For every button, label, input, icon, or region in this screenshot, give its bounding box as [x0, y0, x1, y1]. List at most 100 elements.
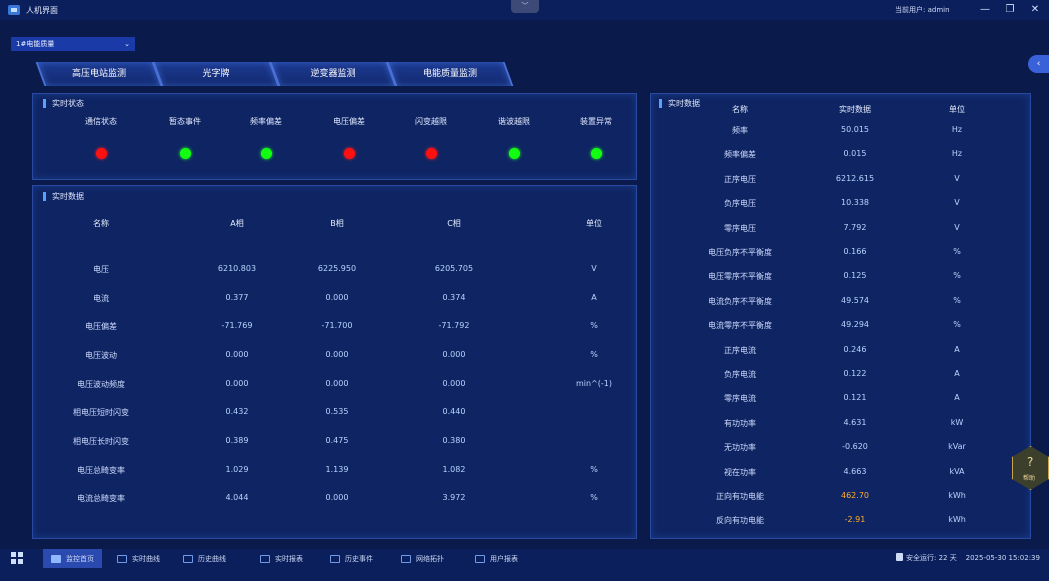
- apps-grid-icon[interactable]: [11, 552, 23, 564]
- tab-inverter[interactable]: 逆变器监测: [269, 62, 397, 86]
- summary-row-value: %: [953, 271, 961, 281]
- minimize-button[interactable]: —: [978, 3, 992, 17]
- phase-row-value: 0.377: [225, 293, 249, 302]
- status-label: 通信状态: [85, 117, 117, 126]
- phase-row-value: -71.769: [221, 321, 253, 330]
- status-indicator-green: [261, 148, 272, 159]
- home-icon: [51, 554, 61, 563]
- phase-row-value: 6205.705: [434, 264, 474, 273]
- phase-row-label: 相电压短时闪变: [73, 408, 129, 417]
- summary-row-value: %: [953, 320, 961, 330]
- bottom-nav-history-chart[interactable]: 历史曲线: [183, 549, 226, 568]
- status-indicator-green: [180, 148, 191, 159]
- summary-row-value: %: [953, 295, 961, 305]
- close-button[interactable]: ✕: [1028, 3, 1042, 17]
- side-collapse-button[interactable]: ‹: [1028, 55, 1049, 73]
- summary-row-value: kWh: [948, 515, 966, 525]
- status-label: 装置异常: [580, 117, 612, 126]
- status-indicator-red: [426, 148, 437, 159]
- phase-row-label: 电流总畸变率: [77, 494, 125, 503]
- history-chart-icon: [183, 554, 193, 563]
- report-icon: [260, 554, 270, 563]
- summary-row-value: -2.91: [844, 515, 866, 525]
- phase-row-label: 电压总畸变率: [77, 466, 125, 475]
- status-label: 闪变越限: [415, 117, 447, 126]
- phase-column-header: 单位: [586, 219, 602, 228]
- summary-row-label: 视在功率: [724, 467, 756, 477]
- phase-row-value: min^(-1): [575, 379, 612, 388]
- datetime: 2025-05-30 15:02:39: [965, 554, 1040, 562]
- line-chart-icon: [117, 554, 127, 563]
- summary-row-value: V: [954, 173, 960, 183]
- status-indicator-green: [591, 148, 602, 159]
- summary-row-value: 10.338: [841, 198, 869, 208]
- summary-row-value: -0.620: [842, 442, 868, 452]
- phase-row-value: 4.044: [225, 493, 249, 502]
- tab-label: 逆变器监测: [310, 69, 356, 79]
- summary-row-label: 频率: [732, 126, 748, 135]
- bottom-nav-label: 实时曲线: [132, 554, 160, 563]
- summary-row-value: 49.294: [841, 320, 869, 330]
- phase-row-value: V: [591, 264, 597, 273]
- summary-row-value: A: [954, 369, 960, 378]
- summary-row-value: 0.122: [843, 369, 867, 378]
- summary-row-value: 49.574: [841, 295, 869, 305]
- status-bar-text: 安全运行: 22 天 2025-05-30 15:02:39: [906, 553, 1040, 563]
- summary-row-value: A: [954, 344, 960, 354]
- phase-row-label: 电压: [93, 265, 109, 274]
- status-indicator-red: [344, 148, 355, 159]
- phase-row-value: %: [590, 493, 598, 502]
- summary-row-label: 反向有功电能: [716, 516, 764, 526]
- current-user: 当前用户: admin: [895, 6, 950, 14]
- phase-row-label: 电压波动: [85, 351, 117, 360]
- bottom-nav-line-chart[interactable]: 实时曲线: [117, 549, 160, 568]
- summary-row-label: 零序电流: [724, 394, 756, 404]
- restore-button[interactable]: ❐: [1003, 3, 1017, 17]
- summary-row-label: 电流负序不平衡度: [708, 296, 772, 306]
- bottom-nav-user-report[interactable]: 用户报表: [475, 549, 518, 568]
- app-icon: [8, 5, 20, 15]
- status-label: 暂态事件: [169, 117, 201, 126]
- tab-hv-station[interactable]: 高压电站监测: [35, 62, 163, 86]
- bottom-nav-topology[interactable]: 网络拓扑: [401, 549, 444, 568]
- summary-row-label: 电压零序不平衡度: [708, 272, 772, 282]
- phase-row-value: 0.374: [442, 293, 466, 302]
- phase-row-value: %: [590, 350, 598, 359]
- phase-column-header: C相: [447, 219, 461, 228]
- summary-row-value: Hz: [951, 149, 963, 159]
- phase-row-value: 0.000: [442, 379, 466, 388]
- realtime-status-panel: [32, 93, 637, 180]
- status-indicator-red: [96, 148, 107, 159]
- phase-column-header: A相: [230, 219, 244, 228]
- device-select[interactable]: 1#电能质量 ⌄: [11, 37, 135, 51]
- summary-row-label: 电压负序不平衡度: [708, 248, 772, 257]
- top-dropdown-toggle[interactable]: ﹀: [511, 0, 539, 13]
- phase-row-value: 1.139: [325, 465, 349, 474]
- summary-column-header: 单位: [949, 105, 965, 114]
- tab-annunciator[interactable]: 光字牌: [152, 62, 280, 86]
- phase-row-value: 0.389: [225, 436, 249, 445]
- summary-row-label: 负序电流: [724, 370, 756, 379]
- tab-power-quality[interactable]: 电能质量监测: [386, 62, 514, 86]
- summary-row-value: 0.246: [843, 344, 867, 354]
- bottom-nav-label: 历史事件: [345, 554, 373, 563]
- topology-icon: [401, 554, 411, 563]
- summary-row-value: 0.121: [843, 393, 867, 403]
- phase-row-value: 0.535: [325, 407, 349, 416]
- phase-row-value: A: [591, 293, 597, 302]
- phase-row-value: 0.000: [325, 350, 349, 359]
- chevron-down-icon: ⌄: [124, 40, 130, 48]
- bottom-nav-label: 监控首页: [66, 554, 94, 563]
- phase-row-value: 0.432: [225, 407, 249, 416]
- bottom-nav-label: 实时报表: [275, 554, 303, 563]
- bottom-nav-report[interactable]: 实时报表: [260, 549, 303, 568]
- status-label: 频率偏差: [250, 117, 282, 126]
- summary-row-value: 0.015: [843, 149, 867, 159]
- status-panel-title: 实时状态: [43, 99, 84, 108]
- summary-row-value: 0.125: [843, 271, 867, 281]
- tab-label: 电能质量监测: [422, 69, 477, 79]
- bottom-nav-event[interactable]: 历史事件: [330, 549, 373, 568]
- bottom-nav-label: 网络拓扑: [416, 554, 444, 563]
- bottom-nav-home[interactable]: 监控首页: [43, 549, 102, 568]
- summary-row-label: 电流零序不平衡度: [708, 321, 772, 331]
